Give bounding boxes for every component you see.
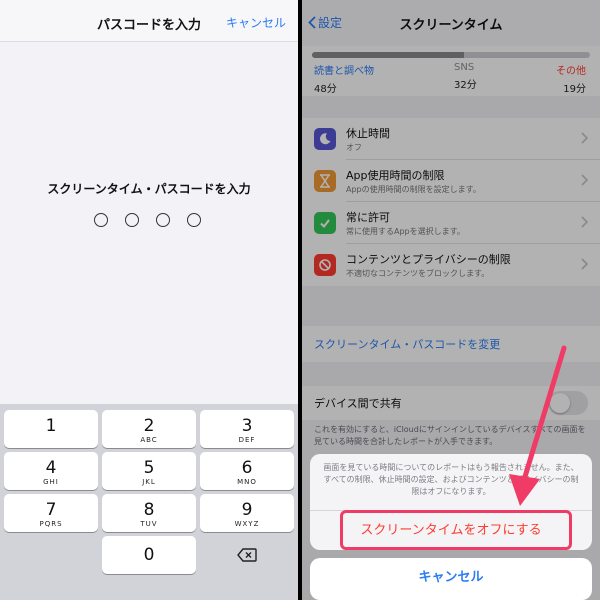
delete-button[interactable] <box>200 536 294 574</box>
key-number: 0 <box>143 545 155 565</box>
numeric-keypad: 1 2 ABC 3 DEF 4 GHI 5 JKL 6 MNO 7 PQRS 8 <box>0 404 298 600</box>
screen-time-screen: 設定 スクリーンタイム 読書と調べ物 48分 SNS 32分 その他 19分 休… <box>302 0 600 600</box>
pointer-arrow-icon <box>509 345 567 506</box>
passcode-prompt: スクリーンタイム・パスコードを入力 <box>47 182 251 196</box>
key-number: 1 <box>45 416 57 436</box>
key-letters: TUV <box>140 520 158 528</box>
passcode-dot <box>156 213 170 227</box>
passcode-dots <box>94 213 201 227</box>
passcode-screen: パスコードを入力 キャンセル スクリーンタイム・パスコードを入力 1 2 ABC… <box>0 0 298 600</box>
key-letters: JKL <box>142 478 156 486</box>
key-3[interactable]: 3 DEF <box>200 410 294 448</box>
key-7[interactable]: 7 PQRS <box>4 494 98 532</box>
key-5[interactable]: 5 JKL <box>102 452 196 490</box>
key-letters: WXYZ <box>234 520 260 528</box>
key-letters: GHI <box>43 478 59 486</box>
key-8[interactable]: 8 TUV <box>102 494 196 532</box>
key-number: 5 <box>143 458 155 478</box>
key-4[interactable]: 4 GHI <box>4 452 98 490</box>
key-number: 8 <box>143 500 155 520</box>
key-letters: DEF <box>238 436 256 444</box>
passcode-dot <box>125 213 139 227</box>
key-2[interactable]: 2 ABC <box>102 410 196 448</box>
key-number: 6 <box>241 458 253 478</box>
nav-bar: パスコードを入力 キャンセル <box>0 0 298 42</box>
key-letters: MNO <box>237 478 257 486</box>
key-letters: ABC <box>140 436 158 444</box>
key-number: 2 <box>143 416 155 436</box>
passcode-dot <box>94 213 108 227</box>
cancel-button[interactable]: キャンセル <box>226 14 286 31</box>
delete-icon <box>237 548 257 562</box>
key-number: 7 <box>45 500 57 520</box>
passcode-dot <box>187 213 201 227</box>
key-6[interactable]: 6 MNO <box>200 452 294 490</box>
key-letters: PQRS <box>39 520 63 528</box>
key-number: 3 <box>241 416 253 436</box>
key-1[interactable]: 1 <box>4 410 98 448</box>
key-number: 4 <box>45 458 57 478</box>
key-0[interactable]: 0 <box>102 536 196 574</box>
key-number: 9 <box>241 500 253 520</box>
key-9[interactable]: 9 WXYZ <box>200 494 294 532</box>
